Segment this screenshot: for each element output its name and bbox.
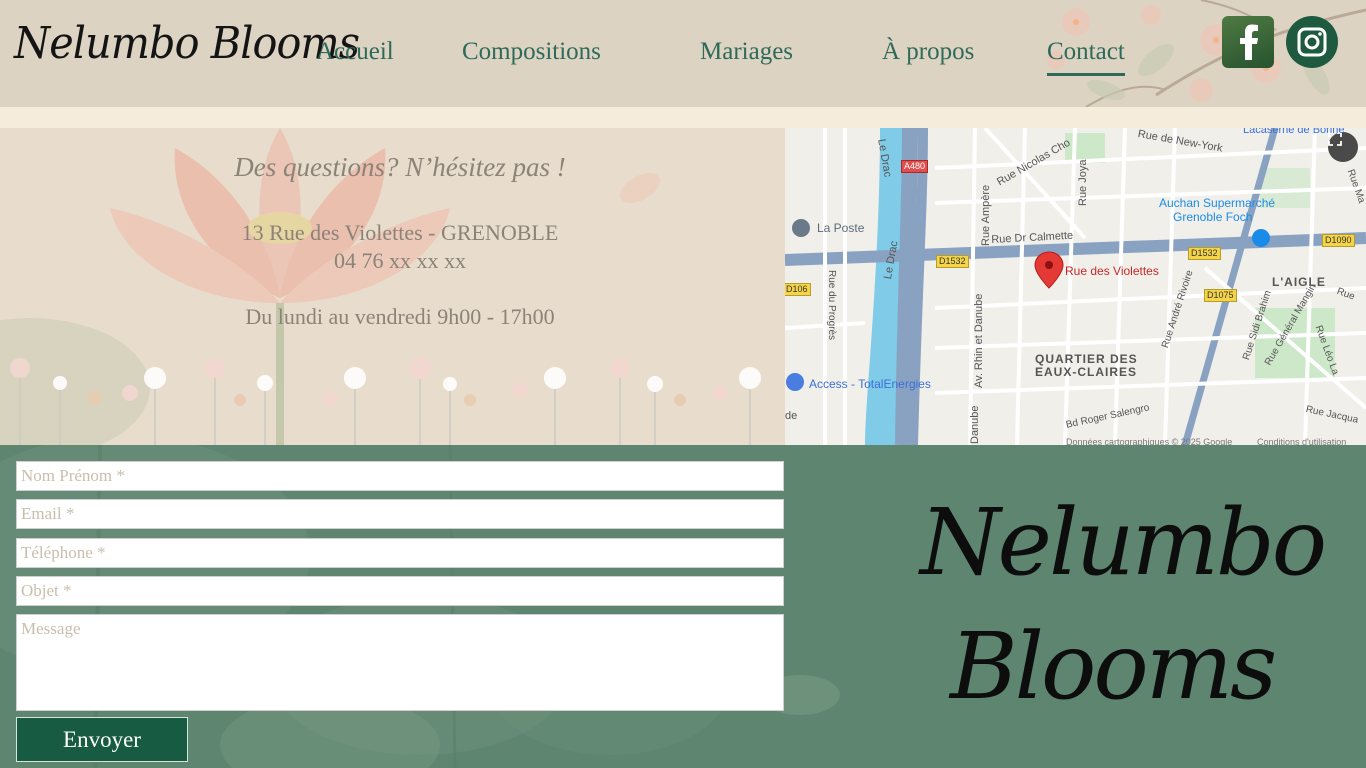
site-logo[interactable]: Nelumbo Blooms (14, 18, 360, 69)
contact-address: 13 Rue des Violettes - GRENOBLE (241, 220, 559, 245)
header-divider-strip (0, 107, 1366, 128)
map-marker-label[interactable]: Rue des Violettes (1065, 264, 1159, 278)
contact-hours: Du lundi au vendredi 9h00 - 17h00 (245, 304, 555, 329)
map-shield-d1532-b: D1532 (1188, 247, 1221, 260)
phone-field[interactable] (16, 538, 784, 568)
map-shield-d1090: D1090 (1322, 234, 1355, 247)
contact-form-section: Envoyer Nelumbo Blooms (0, 445, 1366, 768)
footer-brand-line2: Blooms (950, 613, 1277, 720)
map-fullscreen-button[interactable] (1328, 132, 1358, 162)
map-shield-d106: D106 (785, 283, 811, 296)
map-label-quartier-line2: EAUX-CLAIRES (1035, 365, 1138, 379)
google-map[interactable]: La Poste Access - TotalEnergies Rue des … (785, 128, 1366, 445)
name-field[interactable] (16, 461, 784, 491)
email-field[interactable] (16, 499, 784, 529)
nav-item-a-propos[interactable]: À propos (882, 38, 974, 66)
map-shield-a480: A480 (901, 160, 929, 173)
map-shield-d1532-a: D1532 (936, 255, 969, 268)
footer-brand-logo: Nelumbo Blooms (920, 481, 1327, 729)
map-street-progres: Rue du Progrès (826, 270, 837, 341)
message-field[interactable] (16, 614, 784, 711)
map-label-quartier-line1: QUARTIER DES (1035, 352, 1138, 366)
map-street-danube: Danube (969, 405, 981, 444)
facebook-icon (1240, 24, 1258, 60)
instagram-link[interactable] (1286, 16, 1338, 68)
map-label-de: de (785, 410, 798, 422)
facebook-link[interactable] (1222, 16, 1274, 68)
map-poi-auchan-line1[interactable]: Auchan Supermarché (1159, 196, 1275, 210)
instagram-icon (1297, 27, 1327, 57)
contact-phone: 04 76 xx xx xx (334, 248, 466, 273)
subject-field[interactable] (16, 576, 784, 606)
map-street-joya: Rue Joya (1077, 159, 1089, 206)
nav-item-contact[interactable]: Contact (1047, 38, 1125, 76)
map-poi-caserne: Lacaserne de Bonne (1243, 128, 1345, 136)
nav-item-accueil[interactable]: Accueil (316, 38, 394, 66)
map-copyright: Données cartographiques © 2025 Google (1066, 437, 1233, 445)
map-poi-totalenergies[interactable]: Access - TotalEnergies (809, 377, 931, 391)
nav-item-mariages[interactable]: Mariages (700, 38, 793, 66)
map-shield-d1075: D1075 (1204, 289, 1237, 302)
map-terms-link[interactable]: Conditions d'utilisation (1257, 437, 1346, 445)
contact-tagline: Des questions? N’hésitez pas ! (234, 152, 566, 182)
site-header: Nelumbo Blooms Accueil Compositions Mari… (0, 0, 1366, 107)
submit-button[interactable]: Envoyer (16, 717, 188, 762)
contact-info-panel: Des questions? N’hésitez pas ! 13 Rue de… (0, 128, 785, 445)
footer-brand-line1: Nelumbo (920, 489, 1327, 596)
map-street-rhin: Av. Rhin et Danube (973, 293, 985, 388)
map-poi-la-poste[interactable]: La Poste (817, 221, 864, 235)
map-poi-auchan-line2[interactable]: Grenoble Foch (1173, 210, 1252, 224)
nav-item-compositions[interactable]: Compositions (462, 38, 601, 66)
